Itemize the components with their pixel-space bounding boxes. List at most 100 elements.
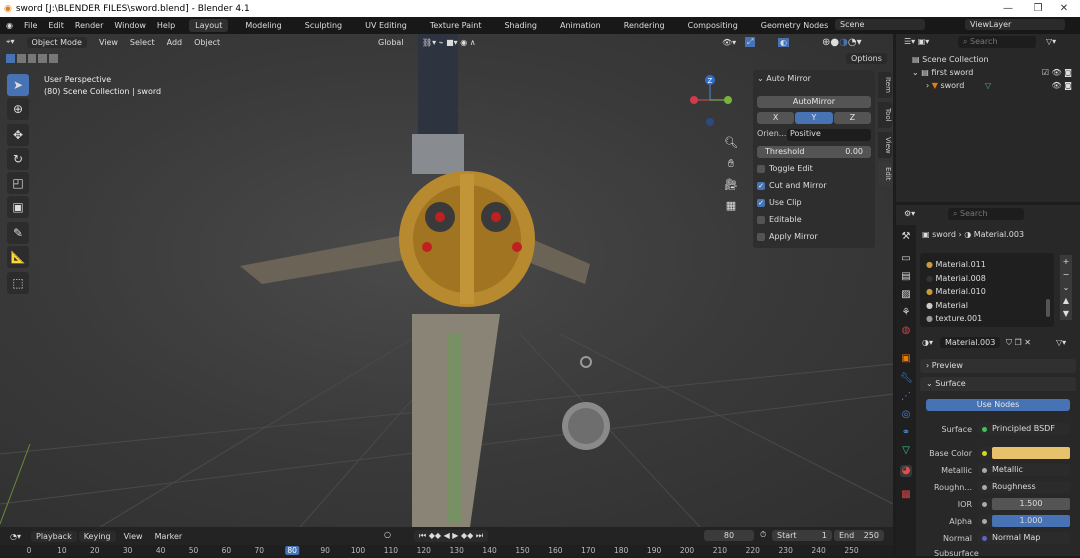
normal-field[interactable]: Normal Map bbox=[978, 532, 1070, 544]
editor-type-icon[interactable]: ⚙▾ bbox=[904, 209, 915, 218]
checkbox-checked-icon[interactable]: ✓ bbox=[757, 181, 765, 190]
scrollbar[interactable] bbox=[1046, 299, 1050, 317]
metallic-field[interactable]: Metallic bbox=[978, 464, 1070, 476]
select-invert-icon[interactable] bbox=[38, 54, 48, 63]
material-slot[interactable]: ● Material.010 bbox=[926, 285, 986, 299]
orientation-dropdown[interactable]: Positive bbox=[787, 129, 871, 141]
axis-z-button[interactable]: Z bbox=[833, 112, 871, 124]
tab-uv-editing[interactable]: UV Editing bbox=[359, 19, 413, 32]
menu-marker[interactable]: Marker bbox=[155, 532, 183, 541]
orientation-selector[interactable]: Global bbox=[378, 38, 404, 47]
tab-rendering[interactable]: Rendering bbox=[618, 19, 671, 32]
tab-item[interactable]: Item bbox=[878, 72, 892, 98]
measure-tool-icon[interactable]: 📐 bbox=[7, 246, 29, 268]
data-tab-icon[interactable]: ▽ bbox=[900, 445, 912, 457]
particles-tab-icon[interactable]: ⋰ bbox=[900, 391, 912, 403]
render-tab-icon[interactable]: ▭ bbox=[900, 253, 912, 265]
playback-menu[interactable]: Playback bbox=[31, 530, 77, 542]
scale-tool-icon[interactable]: ◰ bbox=[7, 172, 29, 194]
zoom-icon[interactable]: 🔍︎ bbox=[723, 132, 739, 153]
scene-collection-row[interactable]: ▤ Scene Collection bbox=[912, 55, 989, 64]
gizmo-toggle-icon[interactable]: ⤢ bbox=[745, 37, 756, 47]
toggle-edit-checkbox[interactable]: Toggle Edit bbox=[757, 164, 871, 176]
menu-edit[interactable]: Edit bbox=[48, 21, 64, 30]
outliner-search-input[interactable]: ⌕ Search bbox=[958, 36, 1036, 48]
ortho-grid-icon[interactable]: ▦ bbox=[723, 195, 739, 216]
display-mode-icon[interactable]: ☰▾ ▣▾ bbox=[904, 37, 929, 46]
checkbox-checked-icon[interactable]: ✓ bbox=[757, 198, 765, 207]
tab-shading[interactable]: Shading bbox=[498, 19, 543, 32]
auto-key-icon[interactable]: ○ bbox=[384, 530, 391, 539]
object-row[interactable]: › ▼ sword ▽ 👁︎ ◙ bbox=[926, 81, 1076, 90]
menu-add[interactable]: Add bbox=[167, 38, 183, 47]
material-slot[interactable]: ● Material bbox=[926, 299, 986, 313]
current-frame-field[interactable]: 80 bbox=[704, 530, 754, 541]
material-slot[interactable]: ● texture.001 bbox=[926, 312, 986, 326]
axis-y-button[interactable]: Y bbox=[795, 112, 833, 124]
checkbox-icon[interactable] bbox=[757, 215, 765, 224]
editable-checkbox[interactable]: Editable bbox=[757, 215, 871, 227]
gizmo-y-icon[interactable] bbox=[724, 96, 732, 104]
tab-compositing[interactable]: Compositing bbox=[682, 19, 744, 32]
material-actions-icon[interactable]: ⛉ ❐ ✕ bbox=[1006, 338, 1031, 348]
material-browse-icon[interactable]: ◑▾ bbox=[922, 338, 933, 347]
filter-icon[interactable]: ▽▾ bbox=[1046, 37, 1056, 46]
close-button[interactable]: ✕ bbox=[1044, 0, 1080, 17]
preview-panel-header[interactable]: › Preview bbox=[920, 359, 1076, 373]
camera-view-icon[interactable]: 🎥︎ bbox=[723, 174, 739, 195]
use-clip-checkbox[interactable]: ✓ Use Clip bbox=[757, 198, 871, 210]
menu-object[interactable]: Object bbox=[194, 38, 220, 47]
tab-edit[interactable]: Edit bbox=[878, 162, 892, 186]
view-layer-selector[interactable]: ViewLayer bbox=[965, 19, 1065, 30]
menu-window[interactable]: Window bbox=[114, 21, 146, 30]
tab-view[interactable]: View bbox=[878, 132, 892, 158]
gizmo-neg-z-icon[interactable] bbox=[706, 118, 714, 126]
tab-layout[interactable]: Layout bbox=[189, 19, 229, 32]
menu-view[interactable]: View bbox=[124, 532, 143, 541]
surface-shader-field[interactable]: Principled BSDF bbox=[978, 423, 1070, 435]
select-new-icon[interactable] bbox=[6, 54, 15, 63]
menu-render[interactable]: Render bbox=[75, 21, 103, 30]
shading-modes-icon[interactable]: ⊕●◑◔▾ bbox=[822, 37, 862, 48]
material-slot-list[interactable]: ● Material.011 ● Material.008 ● Material… bbox=[920, 253, 1054, 327]
ior-field[interactable]: 1.500 bbox=[978, 498, 1070, 510]
surface-panel-header[interactable]: ⌄ Surface bbox=[920, 377, 1076, 391]
panel-title[interactable]: ⌄ Auto Mirror bbox=[757, 74, 871, 86]
select-box-tool-icon[interactable]: ➤ bbox=[7, 74, 29, 96]
rotate-tool-icon[interactable]: ↻ bbox=[7, 148, 29, 170]
base-color-field[interactable] bbox=[978, 447, 1070, 459]
menu-help[interactable]: Help bbox=[157, 21, 175, 30]
checkbox-icon[interactable] bbox=[757, 232, 765, 241]
tab-animation[interactable]: Animation bbox=[554, 19, 607, 32]
automirror-button[interactable]: AutoMirror bbox=[757, 96, 871, 108]
scene-selector[interactable]: Scene bbox=[835, 19, 925, 30]
pan-hand-icon[interactable]: ✋︎ bbox=[723, 153, 739, 174]
tab-modeling[interactable]: Modeling bbox=[239, 19, 287, 32]
blender-menu-icon[interactable]: ◉ bbox=[6, 21, 13, 30]
options-dropdown[interactable]: Options bbox=[846, 53, 887, 64]
roughness-field[interactable]: Roughness bbox=[978, 481, 1070, 493]
editor-type-icon[interactable]: ⌖▾ bbox=[6, 37, 15, 47]
collection-row[interactable]: ⌄ ▤ first sword ☑ 👁︎ ◙ bbox=[912, 68, 1076, 77]
pivot-icon[interactable]: ⛓▾ ⌁ ■▾ ◉ ∧ bbox=[422, 38, 476, 47]
menu-view[interactable]: View bbox=[99, 38, 118, 47]
keying-menu[interactable]: Keying bbox=[78, 530, 116, 542]
end-frame-field[interactable]: End 250 bbox=[834, 530, 884, 541]
checkbox-icon[interactable] bbox=[757, 164, 765, 173]
mode-selector[interactable]: Object Mode bbox=[26, 36, 87, 48]
select-extend-icon[interactable] bbox=[16, 54, 26, 63]
subsurface-section[interactable]: Subsurface bbox=[934, 549, 979, 558]
tab-geometry-nodes[interactable]: Geometry Nodes bbox=[755, 19, 834, 32]
select-intersect-icon[interactable] bbox=[49, 54, 58, 63]
alpha-field[interactable]: 1.000 bbox=[978, 515, 1070, 527]
properties-search-input[interactable]: ⌕ Search bbox=[948, 208, 1024, 220]
menu-select[interactable]: Select bbox=[130, 38, 155, 47]
playback-controls-icon[interactable]: ⏮ ◆◆ ◀ ▶ ◆◆ ⏭ bbox=[414, 530, 489, 542]
frame-ruler[interactable]: 0 10 20 30 40 50 60 70 80 90 100 110 120 130 140 150 160… bbox=[0, 545, 893, 556]
editor-type-icon[interactable]: ◔▾ bbox=[10, 532, 21, 541]
tab-sculpting[interactable]: Sculpting bbox=[299, 19, 348, 32]
object-tab-icon[interactable]: ▣ bbox=[900, 353, 912, 365]
world-tab-icon[interactable]: ◍ bbox=[900, 325, 912, 337]
slot-buttons[interactable]: + − ⌄ ▲ ▼ bbox=[1060, 255, 1072, 320]
transform-tool-icon[interactable]: ▣ bbox=[7, 196, 29, 218]
